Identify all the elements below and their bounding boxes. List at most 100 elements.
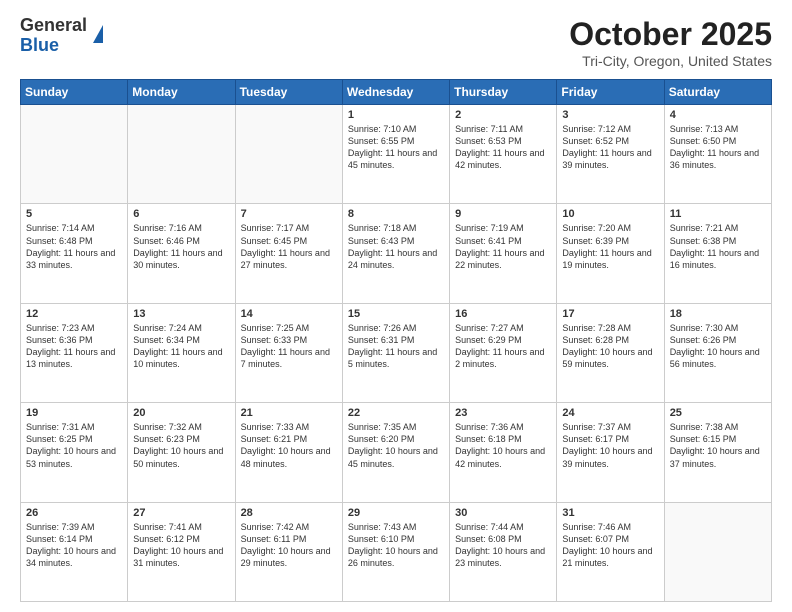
day-number: 23 <box>455 407 551 419</box>
day-info: Sunrise: 7:20 AM Sunset: 6:39 PM Dayligh… <box>562 222 658 271</box>
calendar-day-cell: 11Sunrise: 7:21 AM Sunset: 6:38 PM Dayli… <box>664 204 771 303</box>
calendar-day-cell: 19 Sunrise: 7:31 AM Sunset: 6:25 PM Dayli… <box>21 403 128 502</box>
day-number: 14 <box>241 308 337 320</box>
day-info: Sunrise: 7:38 AM Sunset: 6:15 PM Dayligh… <box>670 421 766 470</box>
calendar-day-cell: 30Sunrise: 7:44 AM Sunset: 6:08 PM Dayli… <box>450 502 557 601</box>
calendar-day-cell <box>21 105 128 204</box>
day-info: Sunrise: 7:13 AM Sunset: 6:50 PM Dayligh… <box>670 123 766 172</box>
day-number: 26 <box>26 507 122 519</box>
day-info: Sunrise: 7:14 AM Sunset: 6:48 PM Dayligh… <box>26 222 122 271</box>
day-number: 7 <box>241 208 337 220</box>
day-info: Sunrise: 7:17 AM Sunset: 6:45 PM Dayligh… <box>241 222 337 271</box>
calendar-day-cell: 24 Sunrise: 7:37 AM Sunset: 6:17 PM Dayli… <box>557 403 664 502</box>
calendar-day-cell: 27 Sunrise: 7:41 AM Sunset: 6:12 PM Dayli… <box>128 502 235 601</box>
logo-general: General <box>20 15 87 35</box>
weekday-header: Thursday <box>450 80 557 105</box>
day-number: 19 <box>26 407 122 419</box>
weekday-header: Friday <box>557 80 664 105</box>
header: General Blue October 2025 Tri-City, Oreg… <box>20 16 772 69</box>
day-number: 18 <box>670 308 766 320</box>
day-info: Sunrise: 7:36 AM Sunset: 6:18 PM Dayligh… <box>455 421 551 470</box>
day-info: Sunrise: 7:33 AM Sunset: 6:21 PM Dayligh… <box>241 421 337 470</box>
day-number: 6 <box>133 208 229 220</box>
calendar-day-cell: 16 Sunrise: 7:27 AM Sunset: 6:29 PM Dayli… <box>450 303 557 402</box>
calendar-day-cell: 8 Sunrise: 7:18 AM Sunset: 6:43 PM Daylig… <box>342 204 449 303</box>
day-number: 10 <box>562 208 658 220</box>
calendar-day-cell: 4 Sunrise: 7:13 AM Sunset: 6:50 PM Daylig… <box>664 105 771 204</box>
day-info: Sunrise: 7:42 AM Sunset: 6:11 PM Dayligh… <box>241 521 337 570</box>
day-info: Sunrise: 7:16 AM Sunset: 6:46 PM Dayligh… <box>133 222 229 271</box>
calendar-day-cell: 6 Sunrise: 7:16 AM Sunset: 6:46 PM Daylig… <box>128 204 235 303</box>
calendar-day-cell: 2Sunrise: 7:11 AM Sunset: 6:53 PM Daylig… <box>450 105 557 204</box>
calendar-week-row: 19 Sunrise: 7:31 AM Sunset: 6:25 PM Dayli… <box>21 403 772 502</box>
day-info: Sunrise: 7:44 AM Sunset: 6:08 PM Dayligh… <box>455 521 551 570</box>
day-number: 11 <box>670 208 766 220</box>
location-subtitle: Tri-City, Oregon, United States <box>569 53 772 69</box>
calendar-day-cell <box>235 105 342 204</box>
title-block: October 2025 Tri-City, Oregon, United St… <box>569 16 772 69</box>
logo-triangle-icon <box>93 25 103 43</box>
calendar-day-cell: 7 Sunrise: 7:17 AM Sunset: 6:45 PM Daylig… <box>235 204 342 303</box>
logo-blue: Blue <box>20 35 59 55</box>
calendar-day-cell: 22 Sunrise: 7:35 AM Sunset: 6:20 PM Dayli… <box>342 403 449 502</box>
day-number: 8 <box>348 208 444 220</box>
day-number: 1 <box>348 109 444 121</box>
day-info: Sunrise: 7:39 AM Sunset: 6:14 PM Dayligh… <box>26 521 122 570</box>
calendar-week-row: 1Sunrise: 7:10 AM Sunset: 6:55 PM Daylig… <box>21 105 772 204</box>
day-number: 20 <box>133 407 229 419</box>
day-number: 13 <box>133 308 229 320</box>
day-number: 24 <box>562 407 658 419</box>
calendar-day-cell: 14Sunrise: 7:25 AM Sunset: 6:33 PM Dayli… <box>235 303 342 402</box>
day-info: Sunrise: 7:11 AM Sunset: 6:53 PM Dayligh… <box>455 123 551 172</box>
logo-text-block: General Blue <box>20 16 87 56</box>
weekday-header: Tuesday <box>235 80 342 105</box>
day-number: 27 <box>133 507 229 519</box>
calendar-day-cell: 20 Sunrise: 7:32 AM Sunset: 6:23 PM Dayli… <box>128 403 235 502</box>
calendar-week-row: 12Sunrise: 7:23 AM Sunset: 6:36 PM Dayli… <box>21 303 772 402</box>
day-number: 31 <box>562 507 658 519</box>
day-number: 15 <box>348 308 444 320</box>
day-info: Sunrise: 7:43 AM Sunset: 6:10 PM Dayligh… <box>348 521 444 570</box>
calendar-header-row: SundayMondayTuesdayWednesdayThursdayFrid… <box>21 80 772 105</box>
day-info: Sunrise: 7:46 AM Sunset: 6:07 PM Dayligh… <box>562 521 658 570</box>
day-info: Sunrise: 7:28 AM Sunset: 6:28 PM Dayligh… <box>562 322 658 371</box>
calendar-day-cell: 5 Sunrise: 7:14 AM Sunset: 6:48 PM Daylig… <box>21 204 128 303</box>
day-info: Sunrise: 7:37 AM Sunset: 6:17 PM Dayligh… <box>562 421 658 470</box>
weekday-header: Monday <box>128 80 235 105</box>
calendar-table: SundayMondayTuesdayWednesdayThursdayFrid… <box>20 79 772 602</box>
day-number: 28 <box>241 507 337 519</box>
calendar-day-cell <box>664 502 771 601</box>
day-info: Sunrise: 7:26 AM Sunset: 6:31 PM Dayligh… <box>348 322 444 371</box>
day-info: Sunrise: 7:35 AM Sunset: 6:20 PM Dayligh… <box>348 421 444 470</box>
day-number: 22 <box>348 407 444 419</box>
weekday-header: Saturday <box>664 80 771 105</box>
calendar-day-cell: 23 Sunrise: 7:36 AM Sunset: 6:18 PM Dayli… <box>450 403 557 502</box>
calendar-day-cell: 9 Sunrise: 7:19 AM Sunset: 6:41 PM Daylig… <box>450 204 557 303</box>
day-number: 9 <box>455 208 551 220</box>
day-number: 3 <box>562 109 658 121</box>
day-info: Sunrise: 7:18 AM Sunset: 6:43 PM Dayligh… <box>348 222 444 271</box>
calendar-day-cell: 29Sunrise: 7:43 AM Sunset: 6:10 PM Dayli… <box>342 502 449 601</box>
weekday-header: Sunday <box>21 80 128 105</box>
day-info: Sunrise: 7:31 AM Sunset: 6:25 PM Dayligh… <box>26 421 122 470</box>
day-info: Sunrise: 7:41 AM Sunset: 6:12 PM Dayligh… <box>133 521 229 570</box>
month-title: October 2025 <box>569 16 772 53</box>
day-info: Sunrise: 7:19 AM Sunset: 6:41 PM Dayligh… <box>455 222 551 271</box>
calendar-day-cell: 15 Sunrise: 7:26 AM Sunset: 6:31 PM Dayli… <box>342 303 449 402</box>
calendar-day-cell: 12Sunrise: 7:23 AM Sunset: 6:36 PM Dayli… <box>21 303 128 402</box>
calendar-day-cell: 17Sunrise: 7:28 AM Sunset: 6:28 PM Dayli… <box>557 303 664 402</box>
day-info: Sunrise: 7:24 AM Sunset: 6:34 PM Dayligh… <box>133 322 229 371</box>
calendar-day-cell: 26 Sunrise: 7:39 AM Sunset: 6:14 PM Dayli… <box>21 502 128 601</box>
calendar-day-cell: 3 Sunrise: 7:12 AM Sunset: 6:52 PM Daylig… <box>557 105 664 204</box>
day-info: Sunrise: 7:32 AM Sunset: 6:23 PM Dayligh… <box>133 421 229 470</box>
day-info: Sunrise: 7:27 AM Sunset: 6:29 PM Dayligh… <box>455 322 551 371</box>
weekday-header: Wednesday <box>342 80 449 105</box>
day-info: Sunrise: 7:23 AM Sunset: 6:36 PM Dayligh… <box>26 322 122 371</box>
day-info: Sunrise: 7:12 AM Sunset: 6:52 PM Dayligh… <box>562 123 658 172</box>
day-number: 5 <box>26 208 122 220</box>
day-number: 25 <box>670 407 766 419</box>
day-number: 16 <box>455 308 551 320</box>
day-number: 4 <box>670 109 766 121</box>
logo: General Blue <box>20 16 103 56</box>
day-info: Sunrise: 7:30 AM Sunset: 6:26 PM Dayligh… <box>670 322 766 371</box>
